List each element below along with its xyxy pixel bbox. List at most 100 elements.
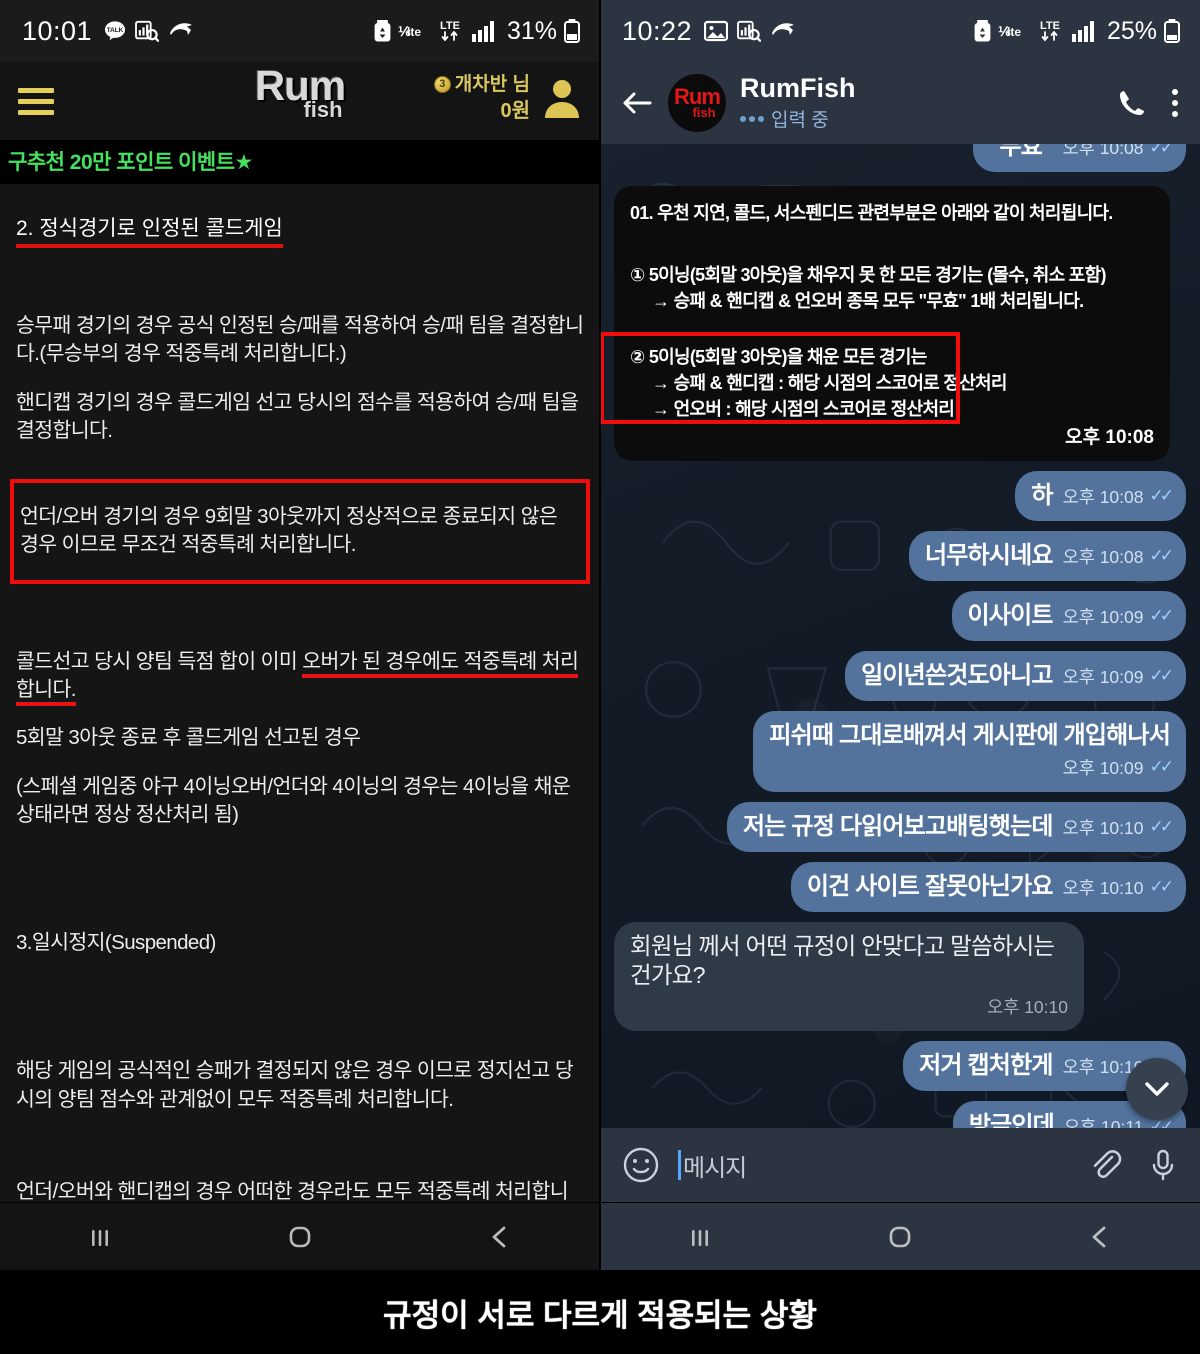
- volte-icon: ⅙ lte: [998, 22, 1032, 40]
- message-row[interactable]: 저거 캡처한게 오후 10:10✓✓: [614, 1041, 1186, 1092]
- message-text: 저는 규정 다읽어보고배팅햇는데: [742, 812, 1053, 840]
- chat-bubble-sent[interactable]: 이사이트 오후 10:09 ✓✓: [951, 590, 1186, 641]
- rules-document: 2. 정식경기로 인정된 콜드게임 승무패 경기의 경우 공식 인정된 승/패를…: [0, 184, 600, 1231]
- chat-bubble-partial[interactable]: "무효" 오후 10:08 ✓✓: [972, 144, 1186, 172]
- recents-icon[interactable]: [85, 1222, 115, 1252]
- chat-bubble-sent[interactable]: 너무하시네요 오후 10:08 ✓✓: [908, 530, 1186, 581]
- avatar-logo-top: Rum: [674, 84, 721, 110]
- svg-text:TALK: TALK: [107, 27, 124, 34]
- typing-status-label: 입력 중: [771, 110, 829, 132]
- message-row[interactable]: 일이년쓴것도아니고 오후 10:09 ✓✓: [614, 650, 1186, 701]
- chat-bubble-sent[interactable]: 저는 규정 다읽어보고배팅햇는데 오후 10:10 ✓✓: [726, 801, 1186, 852]
- chat-bubble-sent[interactable]: 일이년쓴것도아니고 오후 10:09 ✓✓: [845, 650, 1186, 701]
- status-time-right: 10:22: [622, 15, 693, 46]
- person-icon[interactable]: [540, 76, 584, 120]
- text-caret: [678, 1150, 681, 1180]
- hamburger-icon[interactable]: [18, 82, 54, 121]
- home-icon[interactable]: [884, 1221, 916, 1253]
- rules-paragraph-1: 승무패 경기의 경우 공식 인정된 승/패를 적용하여 승/패 팀을 결정합니다…: [16, 314, 584, 366]
- message-time: 오후 10:09: [1062, 757, 1144, 778]
- message-row[interactable]: 너무하시네요 오후 10:08 ✓✓: [614, 530, 1186, 581]
- message-text: 피쉬때 그대로배껴서 게시판에 개입해나서: [769, 721, 1170, 749]
- message-row[interactable]: 이사이트 오후 10:09 ✓✓: [614, 590, 1186, 641]
- phone-icon[interactable]: [1116, 87, 1148, 119]
- chat-bubble-sent[interactable]: 이건 사이트 잘못아닌가요 오후 10:10 ✓✓: [790, 861, 1186, 912]
- smiley-icon[interactable]: [622, 1146, 660, 1184]
- chart-search-icon: [737, 20, 762, 42]
- message-time: 오후 10:08: [1062, 546, 1144, 567]
- message-time: 오후 10:10: [987, 997, 1068, 1018]
- right-nav-bar: [600, 1202, 1200, 1270]
- recents-icon[interactable]: [685, 1222, 715, 1252]
- chat-bubble-received[interactable]: 회원님 께서 어떤 규정이 안맞다고 말씀하시는 건가요? 오후 10:10: [614, 921, 1084, 1032]
- rules-paragraph-5: 5회말 3아웃 종료 후 콜드게임 선고된 경우: [16, 726, 361, 750]
- battery-saver-icon: [974, 20, 991, 42]
- message-row-rules[interactable]: 01. 우천 지연, 콜드, 서스펜디드 관련부분은 아래와 같이 처리됩니다.…: [600, 182, 1186, 461]
- chat-header: Rum fish RumFish 입력 중: [600, 62, 1200, 144]
- rules-line-2: ① 5이닝(5회말 3아웃)을 채우지 못 한 모든 경기는 (몰수, 취소 포…: [630, 265, 1106, 286]
- message-row[interactable]: 하 오후 10:08 ✓✓: [614, 470, 1186, 521]
- rules-heading-3: 3.일시정지(Suspended): [16, 931, 216, 955]
- message-input-placeholder: 메시지: [683, 1154, 747, 1182]
- signal-bars-icon: [471, 20, 498, 42]
- message-time: 오후 10:09: [1062, 666, 1144, 687]
- message-row[interactable]: 방금인데 오후 10:11 ✓✓: [614, 1101, 1186, 1128]
- battery-saver-icon: [374, 20, 391, 42]
- message-row-partial[interactable]: "무효" 오후 10:08 ✓✓: [614, 144, 1186, 172]
- message-row[interactable]: 이건 사이트 잘못아닌가요 오후 10:10 ✓✓: [614, 861, 1186, 912]
- paperclip-icon[interactable]: [1088, 1148, 1122, 1182]
- swipe-icon: [168, 21, 194, 41]
- battery-percent-right: 25%: [1106, 16, 1157, 45]
- signal-bars-icon: [1071, 20, 1098, 42]
- message-row[interactable]: 저는 규정 다읽어보고배팅햇는데 오후 10:10 ✓✓: [614, 801, 1186, 852]
- chat-message-list[interactable]: "무효" 오후 10:08 ✓✓ 01. 우천 지연, 콜드, 서스펜디드 관련…: [600, 144, 1200, 1128]
- home-icon[interactable]: [284, 1221, 316, 1253]
- read-receipt-icon: ✓✓: [1149, 877, 1174, 897]
- message-text: 이사이트: [967, 601, 1054, 629]
- back-icon[interactable]: [485, 1222, 515, 1252]
- panel-divider: [599, 0, 601, 1270]
- site-logo[interactable]: Rum fish: [255, 65, 346, 122]
- message-text: 너무하시네요: [924, 541, 1053, 569]
- kakaotalk-icon: TALK: [104, 20, 126, 42]
- battery-percent: 31%: [506, 16, 557, 45]
- chat-bubble-rules[interactable]: 01. 우천 지연, 콜드, 서스펜디드 관련부분은 아래와 같이 처리됩니다.…: [600, 186, 1170, 461]
- back-icon[interactable]: [1085, 1222, 1115, 1252]
- more-vertical-icon[interactable]: [1170, 87, 1180, 119]
- message-text: 하: [1031, 481, 1053, 509]
- rules-message-time: 오후 10:08: [1065, 426, 1154, 448]
- message-text: 방금인데: [968, 1112, 1055, 1128]
- site-logo-bottom: fish: [303, 96, 343, 122]
- avatar-logo-bottom: fish: [692, 104, 716, 120]
- message-row[interactable]: 회원님 께서 어떤 규정이 안맞다고 말씀하시는 건가요? 오후 10:10: [614, 921, 1186, 1032]
- read-receipt-icon: ✓✓: [1149, 757, 1174, 777]
- microphone-icon[interactable]: [1148, 1148, 1178, 1182]
- message-input-bar[interactable]: 메시지: [600, 1128, 1200, 1202]
- svg-text:lte: lte: [407, 25, 421, 39]
- volte-icon: ⅙ lte: [398, 22, 432, 40]
- lte-icon: LTE: [1039, 18, 1065, 44]
- rank-medal-icon: 3: [433, 76, 451, 94]
- message-row[interactable]: 피쉬때 그대로배껴서 게시판에 개입해나서 오후 10:09 ✓✓: [614, 710, 1186, 792]
- rules-heading-2: 2. 정식경기로 인정된 콜드게임: [16, 212, 283, 248]
- rules-line-3: → 승패 & 핸디캡 & 언오버 종목 모두 "무효" 1배 처리됩니다.: [652, 291, 1084, 312]
- message-time: 오후 10:09: [1062, 606, 1144, 627]
- right-status-bar: 10:22 ⅙ lte LTE 25%: [600, 0, 1200, 62]
- chat-bubble-sent[interactable]: 하 오후 10:08 ✓✓: [1015, 470, 1186, 521]
- back-arrow-icon[interactable]: [620, 86, 654, 120]
- user-info[interactable]: 3 개차반 님 0원: [433, 72, 584, 125]
- rules-paragraph-2: 핸디캡 경기의 경우 콜드게임 선고 당시의 점수를 적용하여 승/패 팀을 결…: [16, 390, 579, 442]
- chart-search-icon: [135, 20, 160, 42]
- status-time: 10:01: [22, 15, 93, 46]
- scroll-to-bottom-button[interactable]: [1126, 1058, 1188, 1120]
- event-banner[interactable]: 구추천 20만 포인트 이벤트★: [0, 140, 600, 184]
- message-input[interactable]: 메시지: [678, 1148, 1070, 1183]
- swipe-icon: [770, 21, 796, 41]
- chat-bubble-sent[interactable]: 피쉬때 그대로배껴서 게시판에 개입해나서 오후 10:09 ✓✓: [753, 710, 1186, 792]
- contact-avatar[interactable]: Rum fish: [668, 74, 726, 132]
- rules-paragraph-3: 언더/오버 경기의 경우 9회말 3아웃까지 정상적으로 종료되지 않은 경우 …: [20, 505, 558, 557]
- read-receipt-icon: ✓✓: [1149, 666, 1174, 686]
- contact-name: RumFish: [740, 72, 856, 103]
- contact-title-block[interactable]: RumFish 입력 중: [740, 72, 1102, 133]
- svg-text:lte: lte: [1007, 25, 1021, 39]
